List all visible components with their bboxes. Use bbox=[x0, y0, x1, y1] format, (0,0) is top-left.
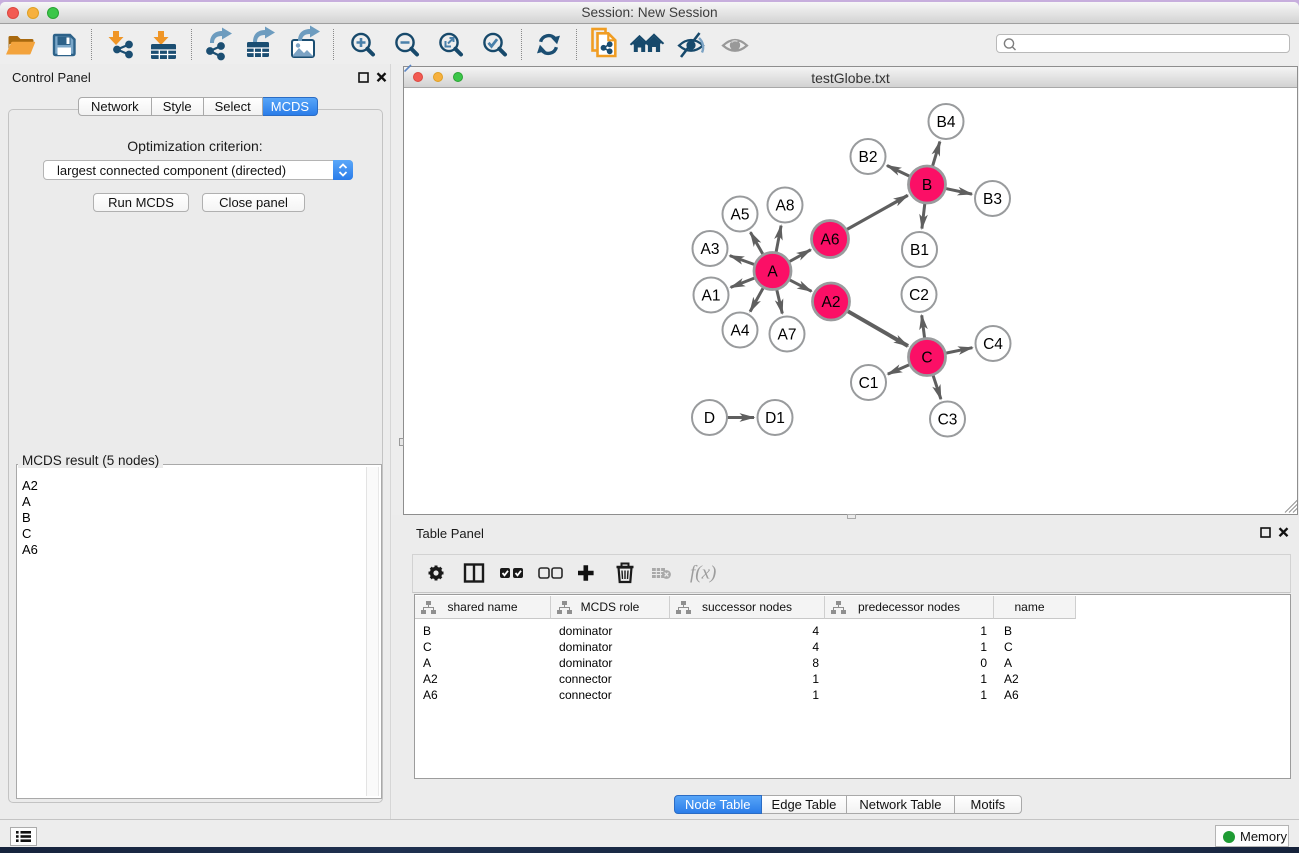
svg-text:A4: A4 bbox=[731, 323, 750, 340]
svg-text:C3: C3 bbox=[938, 412, 958, 429]
svg-text:A: A bbox=[767, 264, 778, 281]
svg-text:C: C bbox=[921, 350, 932, 367]
svg-text:A5: A5 bbox=[731, 207, 750, 224]
svg-text:B1: B1 bbox=[910, 242, 929, 259]
svg-text:A2: A2 bbox=[822, 294, 841, 311]
svg-text:D1: D1 bbox=[765, 410, 785, 427]
svg-text:D: D bbox=[704, 410, 715, 427]
svg-text:B3: B3 bbox=[983, 191, 1002, 208]
svg-text:B2: B2 bbox=[859, 149, 878, 166]
svg-text:C4: C4 bbox=[983, 336, 1003, 353]
svg-text:C1: C1 bbox=[859, 375, 879, 392]
svg-text:A1: A1 bbox=[702, 288, 721, 305]
svg-text:A3: A3 bbox=[701, 241, 720, 258]
svg-text:f(x): f(x) bbox=[690, 563, 716, 584]
svg-text:A7: A7 bbox=[778, 327, 797, 344]
svg-text:B: B bbox=[922, 177, 932, 194]
svg-text:B4: B4 bbox=[937, 114, 956, 131]
svg-text:A6: A6 bbox=[821, 232, 840, 249]
svg-text:C2: C2 bbox=[909, 287, 929, 304]
svg-text:A8: A8 bbox=[776, 198, 795, 215]
